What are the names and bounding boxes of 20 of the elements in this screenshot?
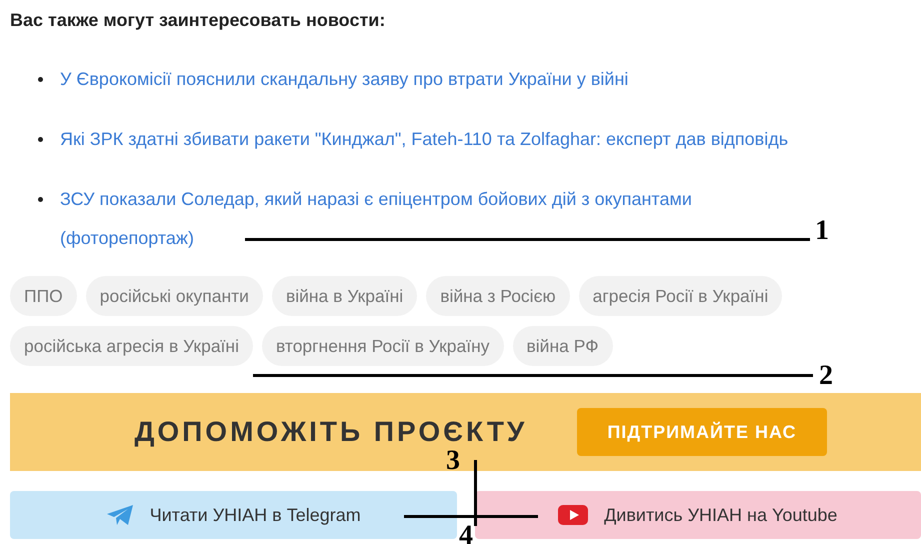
callout-number: 1 bbox=[815, 217, 829, 245]
callout-number: 2 bbox=[819, 362, 833, 390]
tag-chip[interactable]: війна з Росією bbox=[426, 276, 570, 316]
news-link[interactable]: У Єврокомісії пояснили скандальну заяву про втрати України у війні bbox=[60, 60, 628, 99]
support-button[interactable]: ПІДТРИМАЙТЕ НАС bbox=[577, 408, 827, 456]
section-heading: Вас также могут заинтересовать новости: bbox=[10, 9, 386, 32]
callout-number: 3 bbox=[446, 447, 460, 475]
tag-chip[interactable]: ППО bbox=[10, 276, 77, 316]
news-link[interactable]: ЗСУ показали Соледар, який наразі є епіцентром бойових дій з окупантами (фоторепортаж) bbox=[60, 180, 805, 258]
tag-chip[interactable]: війна РФ bbox=[512, 326, 612, 366]
telegram-button[interactable]: Читати УНІАН в Telegram bbox=[10, 491, 456, 539]
tag-chip[interactable]: війна в Україні bbox=[272, 276, 418, 316]
callout-number: 4 bbox=[459, 522, 473, 544]
tag-chip[interactable]: агресія Росії в Україні bbox=[578, 276, 782, 316]
tag-chip[interactable]: російські окупанти bbox=[86, 276, 263, 316]
tag-chip[interactable]: російська агресія в Україні bbox=[10, 326, 253, 366]
youtube-button[interactable]: Дивитись УНІАН на Youtube bbox=[474, 491, 921, 539]
banner-title: ДОПОМОЖІТЬ ПРОЄКТУ bbox=[134, 416, 528, 448]
tag-chip[interactable]: вторгнення Росії в Україну bbox=[262, 326, 504, 366]
news-link[interactable]: Які ЗРК здатні збивати ракети "Кинджал", Fateh-110 та Zolfaghar: експерт дав відповідь bbox=[60, 120, 788, 159]
